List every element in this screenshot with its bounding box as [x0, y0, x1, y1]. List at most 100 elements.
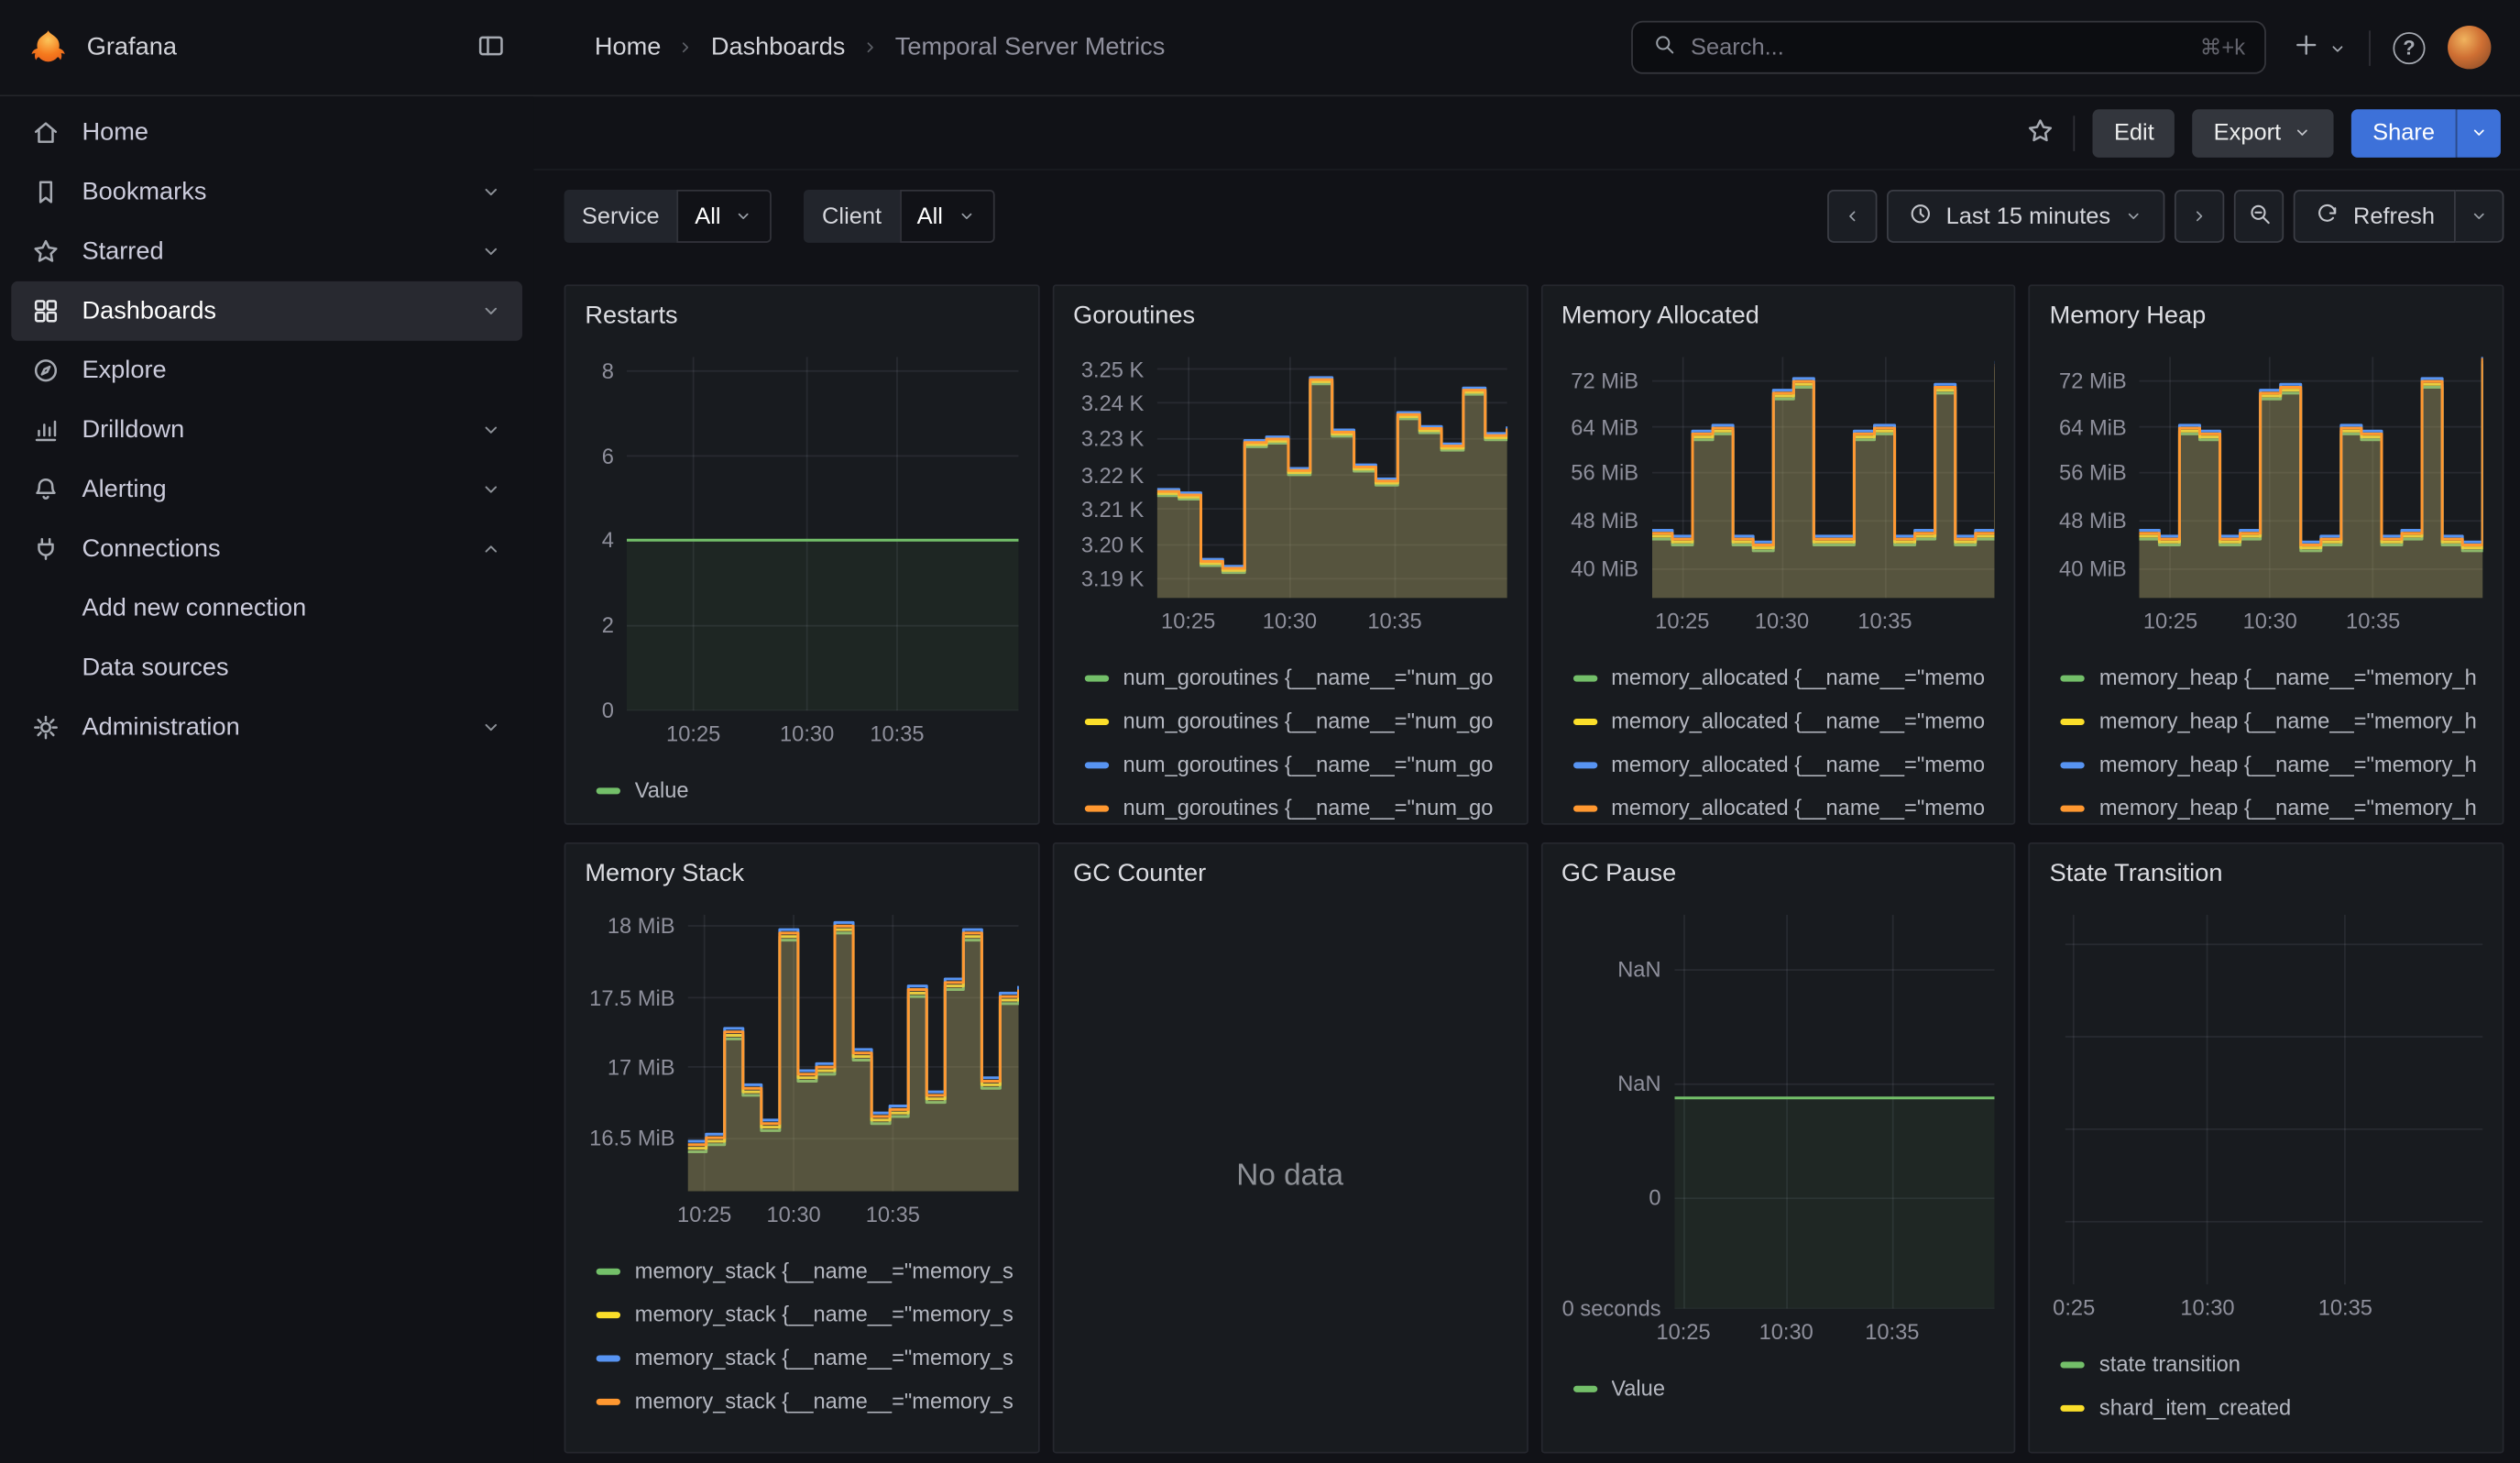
- sidebar-item-starred[interactable]: Starred: [11, 222, 522, 281]
- breadcrumb-dashboards[interactable]: Dashboards: [711, 33, 846, 62]
- filter-row: ServiceAllClientAll Last 15 minutes Refr…: [533, 170, 2520, 243]
- legend-item[interactable]: memory_stack {__name__="memory_s: [585, 1249, 1018, 1292]
- chart-plot[interactable]: [627, 357, 1018, 710]
- filter-value-dropdown[interactable]: All: [899, 190, 994, 243]
- legend-item[interactable]: state transition: [2050, 1342, 2483, 1385]
- legend-swatch: [1572, 805, 1596, 811]
- sidebar-item-label: Connections: [82, 534, 220, 564]
- legend-item[interactable]: num_goroutines {__name__="num_go: [1073, 656, 1507, 699]
- legend-item[interactable]: memory_allocated {__name__="memo: [1561, 742, 1995, 786]
- legend-item[interactable]: num_goroutines {__name__="num_go: [1073, 742, 1507, 786]
- panel-title[interactable]: Memory Allocated: [1561, 299, 1995, 335]
- panel-title[interactable]: State Transition: [2050, 857, 2483, 893]
- panel-title[interactable]: Memory Stack: [585, 857, 1018, 893]
- y-tick-label: 8: [602, 359, 614, 383]
- legend-item[interactable]: Value: [585, 768, 1018, 811]
- legend-item[interactable]: memory_stack {__name__="memory_s: [585, 1380, 1018, 1423]
- sidebar-toggle-button[interactable]: [476, 29, 506, 65]
- panel-title[interactable]: Goroutines: [1073, 299, 1507, 335]
- breadcrumb-current: Temporal Server Metrics: [895, 33, 1166, 62]
- sidebar-item-drilldown[interactable]: Drilldown: [11, 401, 522, 460]
- sidebar-item-add-new-connection[interactable]: Add new connection: [11, 578, 522, 638]
- panel-title[interactable]: GC Counter: [1073, 857, 1507, 893]
- legend-label: num_goroutines {__name__="num_go: [1123, 796, 1493, 820]
- time-controls: Last 15 minutes Refresh: [1827, 190, 2504, 243]
- chevron-down-icon: [734, 205, 755, 226]
- panel-title[interactable]: GC Pause: [1561, 857, 1995, 893]
- panel-title[interactable]: Restarts: [585, 299, 1018, 335]
- search-placeholder: Search...: [1691, 35, 1784, 60]
- sidebar-item-bookmarks[interactable]: Bookmarks: [11, 162, 522, 222]
- legend-item[interactable]: memory_stack {__name__="memory_s: [585, 1292, 1018, 1336]
- user-avatar[interactable]: [2448, 26, 2491, 69]
- zoom-out-button[interactable]: [2234, 190, 2284, 243]
- refresh-interval-button[interactable]: [2456, 190, 2504, 243]
- legend-item[interactable]: Value: [1561, 1367, 1995, 1410]
- legend-label: memory_allocated {__name__="memo: [1611, 709, 1985, 732]
- search-shortcut: ⌘+k: [2200, 35, 2245, 60]
- help-button[interactable]: ?: [2393, 31, 2425, 63]
- panel-restarts: Restarts8642010:2510:3010:35Value: [564, 284, 1040, 824]
- legend-item[interactable]: memory_allocated {__name__="memo: [1561, 656, 1995, 699]
- zoom-out-icon: [2246, 200, 2272, 232]
- sidebar-item-connections[interactable]: Connections: [11, 519, 522, 578]
- time-back-button[interactable]: [1827, 190, 1877, 243]
- x-tick-label: 10:25: [1656, 1320, 1710, 1344]
- legend-item[interactable]: num_goroutines {__name__="num_go: [1073, 786, 1507, 825]
- legend-item[interactable]: memory_heap {__name__="memory_h: [2050, 742, 2483, 786]
- sidebar-toggle-icon: [476, 29, 506, 65]
- edit-button[interactable]: Edit: [2093, 108, 2175, 157]
- legend-swatch: [1572, 1385, 1596, 1392]
- chart-plot[interactable]: [1674, 915, 1995, 1309]
- sidebar-item-alerting[interactable]: Alerting: [11, 460, 522, 520]
- grafana-logo[interactable]: [27, 27, 70, 69]
- export-button[interactable]: Export: [2193, 108, 2334, 157]
- add-button[interactable]: [2292, 30, 2347, 64]
- legend-item[interactable]: memory_stack {__name__="memory_s: [585, 1336, 1018, 1379]
- sidebar-item-home[interactable]: Home: [11, 103, 522, 162]
- share-menu-button[interactable]: [2456, 108, 2501, 157]
- panel-goroutines: Goroutines3.25 K3.24 K3.23 K3.22 K3.21 K…: [1052, 284, 1528, 824]
- sidebar-item-dashboards[interactable]: Dashboards: [11, 281, 522, 341]
- search-input[interactable]: Search... ⌘+k: [1631, 21, 2266, 74]
- filter-label: Service: [564, 190, 677, 243]
- x-tick-label: 10:30: [1263, 610, 1317, 633]
- time-range-picker[interactable]: Last 15 minutes: [1887, 190, 2165, 243]
- star-icon: [2025, 115, 2055, 150]
- search-icon: [1652, 31, 1676, 63]
- chart-plot[interactable]: [2140, 357, 2483, 598]
- panel-title[interactable]: Memory Heap: [2050, 299, 2483, 335]
- sidebar-item-data-sources[interactable]: Data sources: [11, 638, 522, 698]
- sidebar-item-administration[interactable]: Administration: [11, 698, 522, 757]
- legend-item[interactable]: num_goroutines {__name__="num_go: [1073, 699, 1507, 742]
- legend-item[interactable]: memory_allocated {__name__="memo: [1561, 699, 1995, 742]
- panel-state-transition: State Transition0:2510:3010:35state tran…: [2029, 842, 2504, 1453]
- legend-item[interactable]: memory_heap {__name__="memory_h: [2050, 656, 2483, 699]
- legend-item[interactable]: memory_allocated {__name__="memo: [1561, 786, 1995, 825]
- filter-value-dropdown[interactable]: All: [677, 190, 772, 243]
- legend-swatch: [2061, 718, 2085, 724]
- chart-plot[interactable]: [2065, 915, 2483, 1284]
- legend-item[interactable]: memory_heap {__name__="memory_h: [2050, 699, 2483, 742]
- x-tick-label: 10:35: [870, 721, 924, 745]
- refresh-icon: [2315, 200, 2340, 232]
- filter-service: ServiceAll: [564, 190, 772, 243]
- filter-label: Client: [805, 190, 900, 243]
- share-button[interactable]: Share: [2351, 108, 2455, 157]
- sidebar-item-explore[interactable]: Explore: [11, 341, 522, 401]
- chevron-down-icon: [479, 180, 503, 204]
- favorite-star-button[interactable]: [2025, 115, 2055, 150]
- chart-plot[interactable]: [1651, 357, 1995, 598]
- chart-plot[interactable]: [1156, 357, 1507, 598]
- legend-item[interactable]: shard_item_created: [2050, 1386, 2483, 1429]
- chart-plot[interactable]: [688, 915, 1019, 1192]
- legend-swatch: [1084, 675, 1108, 681]
- time-forward-button[interactable]: [2175, 190, 2224, 243]
- refresh-button[interactable]: Refresh: [2294, 190, 2456, 243]
- legend-item[interactable]: memory_heap {__name__="memory_h: [2050, 786, 2483, 825]
- y-tick-label: 64 MiB: [2059, 414, 2127, 438]
- breadcrumb-home[interactable]: Home: [595, 33, 662, 62]
- y-tick-label: 3.19 K: [1081, 566, 1144, 590]
- sidebar-item-label: Dashboards: [82, 297, 216, 326]
- x-axis: 10:2510:3010:35: [1674, 1315, 1995, 1351]
